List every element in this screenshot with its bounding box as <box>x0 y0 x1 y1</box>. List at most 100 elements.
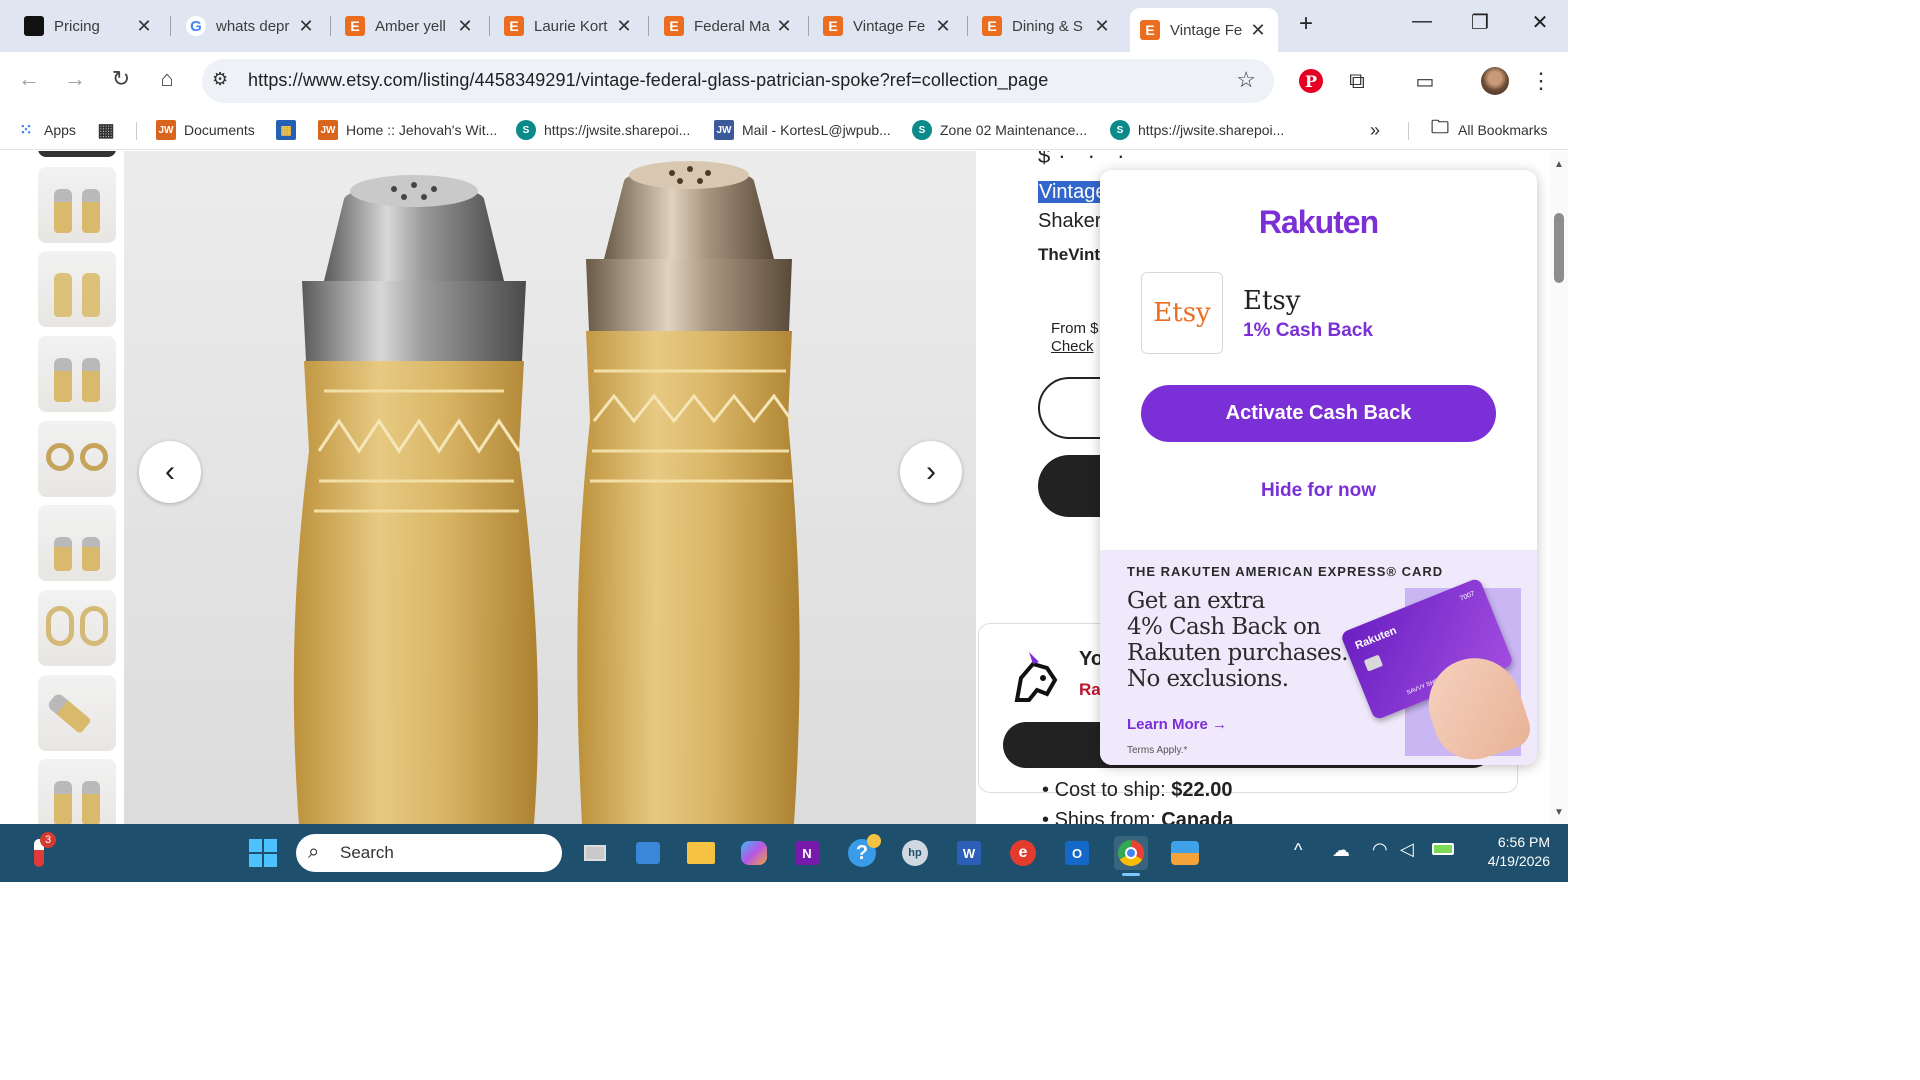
restore-button[interactable]: ❐ <box>1460 10 1500 35</box>
page-scrollbar[interactable]: ▲ ▼ <box>1550 151 1568 824</box>
activate-cashback-button[interactable]: Activate Cash Back <box>1141 385 1496 442</box>
close-tab-icon[interactable]: ✕ <box>1248 20 1268 41</box>
bookmark-label: Home :: Jehovah's Wit... <box>346 122 498 138</box>
wifi-icon[interactable]: ◠ <box>1372 839 1388 860</box>
system-clock[interactable]: 6:56 PM 4/19/2026 <box>1470 833 1550 871</box>
new-tab-button[interactable]: + <box>1286 10 1326 38</box>
close-tab-icon[interactable]: ✕ <box>933 16 953 37</box>
previous-image-button[interactable]: ‹ <box>139 441 201 503</box>
tab-etsy-federal[interactable]: E Federal Ma ✕ <box>654 8 804 44</box>
minimize-button[interactable]: — <box>1402 10 1442 33</box>
tab-etsy-amber[interactable]: E Amber yell ✕ <box>335 8 485 44</box>
onedrive-cloud-icon[interactable]: ☁ <box>1332 840 1350 861</box>
search-placeholder: Search <box>340 843 394 862</box>
clock-date: 4/19/2026 <box>1487 853 1550 869</box>
bookmark-jw-home[interactable]: JW Home :: Jehovah's Wit... <box>318 118 497 142</box>
battery-icon[interactable] <box>1432 843 1454 855</box>
tab-strip: Pricing ✕ G whats depr ✕ E Amber yell ✕ … <box>0 0 1568 52</box>
thumbnail[interactable] <box>38 759 116 824</box>
close-tab-icon[interactable]: ✕ <box>296 16 316 37</box>
profile-avatar[interactable] <box>1480 66 1510 96</box>
close-tab-icon[interactable]: ✕ <box>1092 16 1112 37</box>
tab-etsy-vintage-1[interactable]: E Vintage Fe ✕ <box>813 8 963 44</box>
bookmark-apps[interactable]: ⁙ Apps <box>16 118 76 142</box>
tab-search-icon[interactable]: ▭ <box>1410 66 1440 96</box>
learn-more-link[interactable]: Learn More → <box>1127 716 1227 733</box>
listing-title-highlight: Vintage <box>1038 181 1108 203</box>
main-product-image[interactable]: ‹ › <box>124 151 976 824</box>
thumbnail[interactable] <box>38 151 116 157</box>
file-explorer-icon[interactable] <box>684 836 718 870</box>
close-tab-icon[interactable]: ✕ <box>614 16 634 37</box>
hp-app-icon[interactable]: hp <box>898 836 932 870</box>
task-view-icon[interactable] <box>578 836 612 870</box>
shop-name-link[interactable]: TheVint <box>1038 245 1100 265</box>
thumbnail[interactable] <box>38 590 116 666</box>
reload-icon[interactable]: ↻ <box>106 66 136 92</box>
tab-title: Dining & S <box>1012 17 1083 35</box>
ms-store-icon: ▦ <box>276 120 296 140</box>
bookmark-sharepoint-2[interactable]: S https://jwsite.sharepoi... <box>1110 118 1284 142</box>
tab-title: Amber yell <box>375 17 446 35</box>
close-tab-icon[interactable]: ✕ <box>134 16 154 37</box>
tab-etsy-laurie[interactable]: E Laurie Kort ✕ <box>494 8 644 44</box>
close-window-button[interactable]: ✕ <box>1520 10 1560 35</box>
scrollbar-thumb[interactable] <box>1554 213 1564 283</box>
bookmark-sharepoint-1[interactable]: S https://jwsite.sharepoi... <box>516 118 690 142</box>
taskbar-search-box[interactable]: ⌕ Search <box>296 834 562 872</box>
bookmark-documents[interactable]: JW Documents <box>156 118 255 142</box>
extensions-puzzle-icon[interactable]: ⧉ <box>1342 66 1372 96</box>
thumbnail[interactable] <box>38 421 116 497</box>
url-text[interactable]: https://www.etsy.com/listing/4458349291/… <box>248 70 1048 91</box>
bookmark-store[interactable]: ▦ <box>276 118 304 142</box>
bookmark-mail[interactable]: JW Mail - KortesL@jwpub... <box>714 118 891 142</box>
next-image-button[interactable]: › <box>900 441 962 503</box>
hide-for-now-link[interactable]: Hide for now <box>1100 480 1537 502</box>
site-settings-icon[interactable]: ⚙ <box>212 69 228 90</box>
volume-icon[interactable]: ◁ <box>1400 839 1414 860</box>
all-bookmarks-button[interactable]: 🗀 All Bookmarks <box>1430 117 1547 142</box>
onenote-icon[interactable]: N <box>790 836 824 870</box>
tab-etsy-vintage-active[interactable]: E Vintage Fe ✕ <box>1130 8 1278 52</box>
forward-arrow-icon[interactable]: → <box>60 66 90 92</box>
bookmark-zone02[interactable]: S Zone 02 Maintenance... <box>912 118 1087 142</box>
etsy-e-icon: E <box>664 16 684 36</box>
pinterest-icon[interactable]: P <box>1296 66 1326 96</box>
scroll-down-icon[interactable]: ▼ <box>1554 807 1564 818</box>
weather-widget[interactable]: 3 <box>22 832 56 870</box>
jw-icon: JW <box>318 120 338 140</box>
photos-icon[interactable] <box>1168 836 1202 870</box>
help-icon[interactable]: ? <box>845 834 881 870</box>
address-bar[interactable]: ⚙ https://www.etsy.com/listing/445834929… <box>202 59 1274 103</box>
tray-expand-icon[interactable]: ^ <box>1294 840 1302 861</box>
word-icon[interactable]: W <box>952 836 986 870</box>
thumbnail[interactable] <box>38 675 116 751</box>
ships-from-line: • Ships from: Canada <box>1042 809 1234 824</box>
thumbnail[interactable] <box>38 505 116 581</box>
bookmarks-bar: ⁙ Apps ▦ JW Documents ▦ JW Home :: Jehov… <box>0 110 1568 150</box>
bookmark-grid[interactable]: ▦ <box>96 118 124 142</box>
tab-google-search[interactable]: G whats depr ✕ <box>176 8 326 44</box>
close-tab-icon[interactable]: ✕ <box>455 16 475 37</box>
google-g-icon: G <box>186 16 206 36</box>
browser-menu-icon[interactable]: ⋮ <box>1526 66 1556 96</box>
chrome-icon[interactable] <box>1114 836 1148 876</box>
calendar-app-icon[interactable] <box>631 836 665 870</box>
tab-etsy-dining[interactable]: E Dining & S ✕ <box>972 8 1122 44</box>
check-link[interactable]: Check <box>1051 338 1094 355</box>
jw-library-icon[interactable]: e <box>1006 836 1040 870</box>
back-arrow-icon[interactable]: ← <box>14 66 44 92</box>
thumbnail[interactable] <box>38 251 116 327</box>
thumbnail[interactable] <box>38 336 116 412</box>
home-icon[interactable]: ⌂ <box>152 66 182 92</box>
close-tab-icon[interactable]: ✕ <box>774 16 794 37</box>
outlook-icon[interactable]: O <box>1060 836 1094 870</box>
thumbnail[interactable] <box>38 167 116 243</box>
tab-pricing[interactable]: Pricing ✕ <box>14 8 164 44</box>
more-bookmarks-button[interactable]: » <box>1370 118 1380 142</box>
scroll-up-icon[interactable]: ▲ <box>1554 159 1564 170</box>
bookmark-star-icon[interactable]: ☆ <box>1236 67 1256 93</box>
copilot-icon[interactable] <box>737 836 771 870</box>
start-windows-icon[interactable] <box>246 836 280 870</box>
clock-time: 6:56 PM <box>1497 834 1550 850</box>
